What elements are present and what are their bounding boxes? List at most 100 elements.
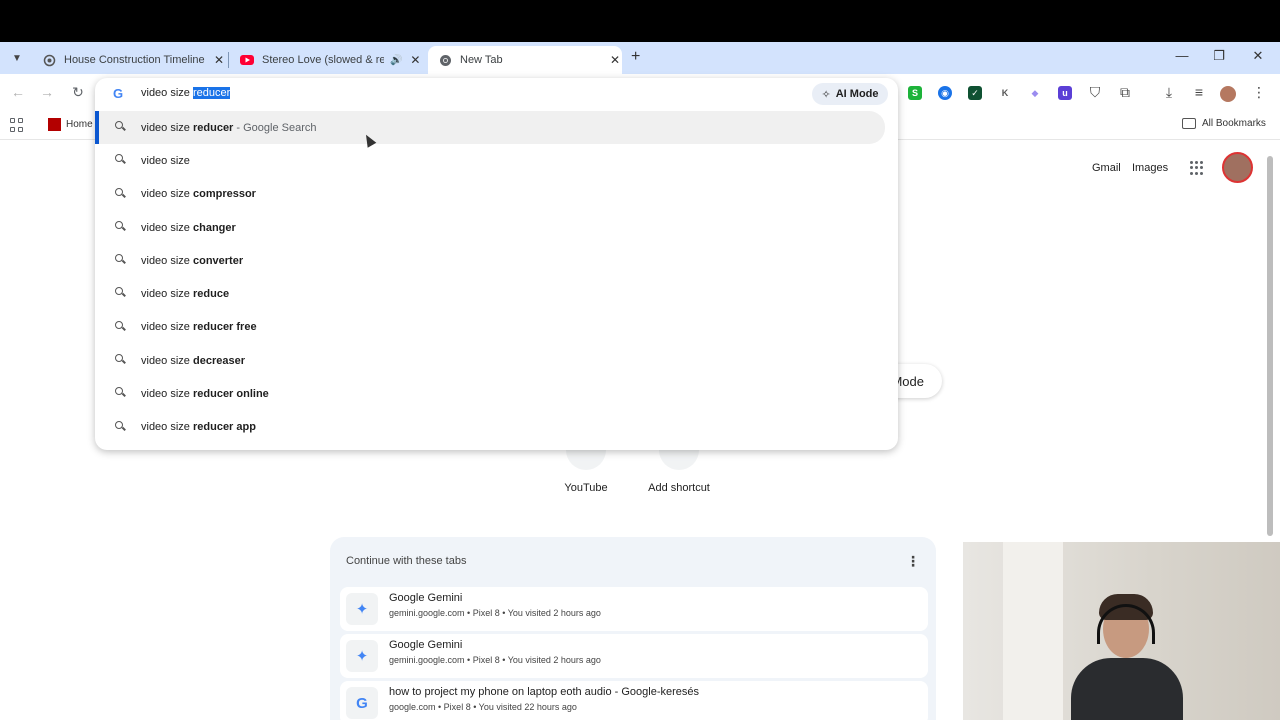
extension-diamond-icon[interactable]: ◆ [1028, 86, 1042, 100]
extension-circle-icon[interactable]: ◉ [938, 86, 952, 100]
suggestion-completion: reducer online [192, 388, 269, 401]
tab-house-construction[interactable]: House Construction Timeline ✕ [32, 46, 226, 74]
ai-mode-chip-label: AI Mode [835, 88, 879, 100]
suggestion-item[interactable]: video size reduce [95, 277, 898, 310]
images-link[interactable]: Images [1132, 162, 1168, 174]
webcam-overlay [963, 542, 1280, 720]
all-bookmarks-label: All Bookmarks [1202, 118, 1266, 129]
extension-s-icon[interactable]: S [908, 86, 922, 100]
suggestion-completion: compressor [192, 188, 256, 201]
forward-arrow-icon[interactable]: → [38, 84, 56, 100]
tab-stereo-love[interactable]: Stereo Love (slowed & reve 🔊 ✕ [230, 46, 424, 74]
suggestion-completion: converter [192, 254, 244, 267]
shortcut-label-youtube[interactable]: YouTube [541, 482, 631, 494]
omnibox-text[interactable]: video size reducer [141, 87, 231, 99]
typed-text: video size [141, 87, 193, 99]
omnibox-input[interactable]: G video size reducer ✧ AI Mode [95, 78, 898, 111]
speaker-audio-icon[interactable]: 🔊 [390, 55, 402, 66]
suggestion-prefix: video size [141, 321, 193, 334]
webcam-background [1003, 542, 1063, 720]
suggestion-prefix: video size [141, 421, 193, 434]
continue-item[interactable]: G how to project my phone on laptop eoth… [340, 681, 928, 720]
folder-icon [1182, 118, 1196, 129]
item-title: Google Gemini [389, 592, 463, 604]
download-icon[interactable]: ⤓ [1160, 84, 1178, 101]
suggestion-item[interactable]: video size reducer free [95, 311, 898, 344]
search-icon [115, 287, 126, 298]
search-icon [115, 387, 126, 398]
tab-close-icon[interactable]: ✕ [212, 53, 226, 67]
gemini-icon: ✦ [346, 640, 378, 672]
scrollbar-thumb[interactable] [1267, 156, 1273, 536]
profile-avatar[interactable] [1220, 86, 1236, 102]
suggestion-item[interactable]: video size converter [95, 244, 898, 277]
suggestion-item[interactable]: video size decreaser [95, 344, 898, 377]
back-arrow-icon[interactable]: ← [9, 84, 27, 100]
tab-search-chevron-icon[interactable]: ▼ [8, 50, 26, 68]
tab-label: House Construction Timeline [64, 54, 205, 66]
suggestion-item[interactable]: video size reducer - Google Search [95, 111, 885, 145]
tab-close-icon[interactable]: ✕ [608, 53, 622, 67]
ai-mode-chip[interactable]: ✧ AI Mode [812, 83, 888, 105]
suggestion-item[interactable]: video size reducer app [95, 411, 898, 444]
window-close-icon[interactable]: ✕ [1248, 48, 1268, 64]
search-icon [115, 220, 126, 232]
media-control-icon[interactable]: ≡ [1190, 84, 1208, 100]
suggestion-completion: changer [192, 221, 236, 234]
suggestion-item[interactable]: video size [95, 144, 898, 177]
suggestion-prefix: video size [141, 254, 193, 267]
search-icon [115, 320, 126, 332]
item-meta: google.com • Pixel 8 • You visited 22 ho… [389, 702, 577, 712]
extension-k-icon[interactable]: K [998, 86, 1012, 100]
suggestion-prefix: video size [141, 221, 193, 234]
reload-icon[interactable]: ↻ [69, 84, 87, 101]
all-bookmarks-button[interactable]: All Bookmarks [1182, 118, 1266, 129]
suggestion-item[interactable]: video size compressor [95, 178, 898, 211]
item-title: how to project my phone on laptop eoth a… [389, 686, 700, 698]
search-icon [115, 154, 126, 165]
shield-extension-icon[interactable]: ⛉ [1086, 84, 1104, 101]
tab-label: New Tab [460, 54, 503, 66]
extension-check-icon[interactable]: ✓ [968, 86, 982, 100]
autocomplete-selection: reducer [192, 87, 231, 99]
search-icon [115, 187, 126, 199]
suggestion-prefix: video size [141, 121, 193, 134]
menu-kebab-icon[interactable]: ⋮ [1250, 84, 1268, 101]
suggestion-prefix: video size [141, 354, 193, 367]
extension-u-icon[interactable]: u [1058, 86, 1072, 100]
suggestion-prefix: video size [141, 188, 193, 201]
bookmark-label: Home [66, 119, 93, 130]
tab-separator [228, 52, 229, 68]
new-tab-plus-icon[interactable]: + [631, 48, 640, 66]
suggestion-item[interactable]: video size reducer online [95, 377, 898, 410]
apps-grid-icon[interactable] [10, 118, 24, 132]
google-apps-icon[interactable] [1190, 161, 1204, 175]
search-icon [115, 354, 126, 365]
openai-favicon-icon [42, 53, 56, 67]
chrome-favicon-icon [438, 53, 452, 67]
search-icon [115, 420, 126, 432]
tab-new-tab[interactable]: New Tab ✕ [428, 46, 622, 74]
item-meta: gemini.google.com • Pixel 8 • You visite… [389, 608, 601, 618]
card-menu-icon[interactable]: ⋮ [906, 553, 920, 570]
webcam-person-body [1071, 658, 1183, 720]
tab-label: Stereo Love (slowed & reve [262, 54, 384, 66]
google-g-icon: G [113, 86, 124, 101]
suggestion-completion: reduce [192, 288, 230, 301]
continue-item[interactable]: ✦ Google Gemini gemini.google.com • Pixe… [340, 634, 928, 678]
ai-search-icon: ✧ [821, 88, 831, 101]
shortcut-label-add[interactable]: Add shortcut [634, 482, 724, 494]
puzzle-extensions-icon[interactable]: ⧉ [1116, 84, 1134, 101]
continue-tabs-card: Continue with these tabs ⋮ ✦ Google Gemi… [330, 537, 936, 720]
maximize-icon[interactable]: ❐ [1209, 48, 1229, 64]
gmail-link[interactable]: Gmail [1092, 162, 1121, 174]
continue-tabs-title: Continue with these tabs [346, 555, 467, 567]
suggestion-completion: reducer [192, 121, 234, 134]
continue-item[interactable]: ✦ Google Gemini gemini.google.com • Pixe… [340, 587, 928, 631]
account-avatar[interactable] [1222, 152, 1253, 183]
bookmark-home[interactable]: Home [48, 118, 93, 131]
tab-close-icon[interactable]: ✕ [408, 53, 422, 67]
minimize-icon[interactable]: — [1172, 48, 1192, 63]
youtube-favicon-icon [240, 53, 254, 67]
suggestion-item[interactable]: video size changer [95, 211, 898, 244]
